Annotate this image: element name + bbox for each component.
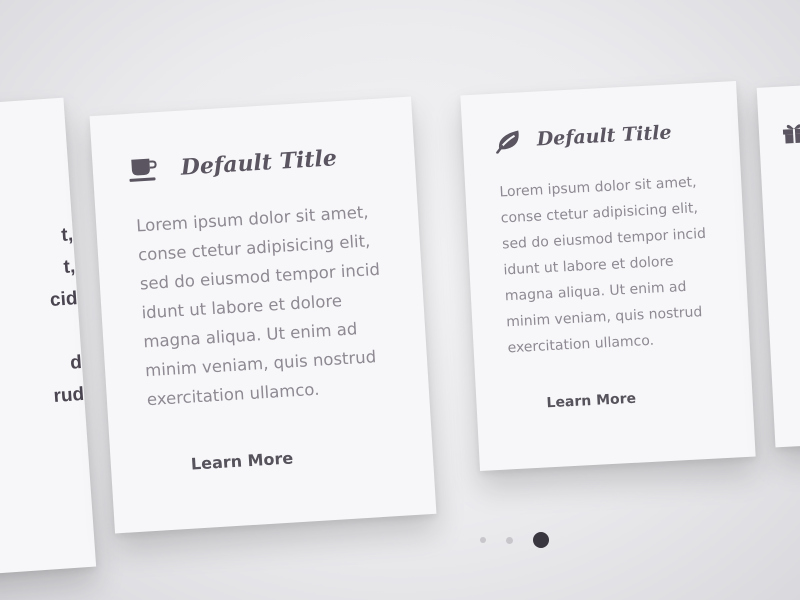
card-header: Default Title [494, 120, 673, 154]
leaf-icon [494, 128, 523, 154]
pagination-dot-active[interactable] [533, 532, 549, 548]
card-partial-left-text: t, t, cid d rud [12, 219, 85, 415]
feature-card: Default Title Lorem ipsum dolor sit amet… [460, 81, 756, 471]
carousel-pagination [480, 532, 549, 548]
carousel: t, t, cid d rud Default Title Lorem ipsu… [0, 0, 800, 600]
partial-line: cid [49, 288, 79, 311]
card-description: Lorem ipsum dolor sit amet, conse ctetur… [135, 202, 381, 410]
coffee-cup-icon [128, 156, 162, 184]
card-title: Default Title [180, 145, 338, 181]
partial-line: rud [52, 383, 85, 407]
card-description: Lorem ipsum dolor sit amet, conse ctetur… [499, 174, 707, 357]
feature-card: Default Title Lorem ipsum dolor sit amet… [89, 96, 437, 534]
pagination-dot[interactable] [506, 536, 513, 544]
card-header: Default Title [128, 145, 338, 184]
pagination-dot[interactable] [480, 537, 486, 543]
card-partial-left: t, t, cid d rud [0, 97, 97, 581]
card-title: Default Title [536, 121, 673, 151]
partial-line: t, [62, 256, 76, 278]
partial-line [19, 315, 81, 351]
partial-line: t, [60, 224, 74, 247]
card-partial-right [756, 80, 800, 448]
gift-icon [780, 119, 800, 144]
learn-more-link[interactable]: Learn More [546, 391, 636, 412]
learn-more-link[interactable]: Learn More [190, 448, 293, 473]
partial-line: d [69, 351, 83, 374]
